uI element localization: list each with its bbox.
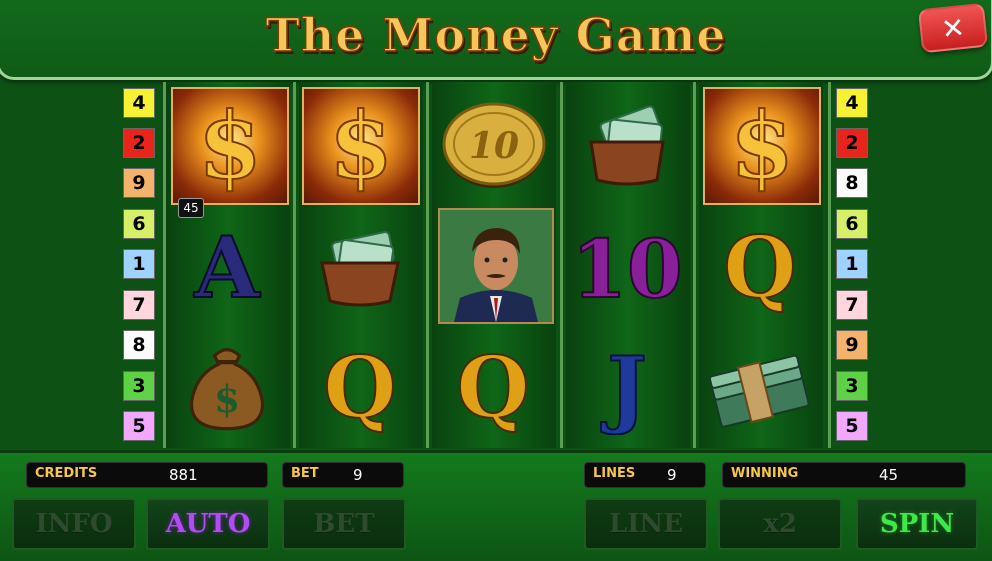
winning-value: 45 — [879, 466, 899, 484]
letter-q-symbol: Q — [434, 326, 552, 444]
letter-q-symbol: Q — [301, 326, 419, 444]
line-indicator[interactable]: 2 — [123, 128, 155, 158]
letter-q-symbol: Q — [701, 206, 819, 324]
close-icon: ✕ — [939, 10, 967, 46]
bet-value: 9 — [353, 466, 363, 484]
bet-button[interactable]: BET — [282, 498, 406, 550]
line-indicator[interactable]: 4 — [123, 88, 155, 118]
reel-divider — [560, 82, 563, 448]
wallet-symbol — [568, 87, 686, 205]
line-button[interactable]: LINE — [584, 498, 708, 550]
line-indicator[interactable]: 7 — [836, 290, 868, 320]
svg-text:Q: Q — [723, 218, 796, 315]
dollar-symbol: $ — [703, 87, 821, 205]
credits-display: CREDITS 881 — [26, 462, 268, 488]
line-indicator[interactable]: 7 — [123, 290, 155, 320]
reel-divider — [293, 82, 296, 448]
svg-text:$: $ — [214, 377, 240, 421]
letter-j-symbol: J — [568, 326, 686, 444]
lines-label: LINES — [593, 466, 636, 481]
line-indicator[interactable]: 6 — [123, 209, 155, 239]
lines-value: 9 — [667, 466, 677, 484]
winning-display: WINNING 45 — [722, 462, 966, 488]
dollar-symbol: $ — [171, 87, 289, 205]
line-indicator[interactable]: 9 — [123, 168, 155, 198]
svg-text:$: $ — [198, 96, 262, 196]
reel-divider — [426, 82, 429, 448]
line-indicator[interactable]: 8 — [836, 168, 868, 198]
lines-display: LINES 9 — [584, 462, 706, 488]
dollar-symbol: $ — [302, 87, 420, 205]
reel-divider — [828, 82, 831, 448]
close-button[interactable]: ✕ — [917, 2, 989, 54]
businessman-symbol — [438, 208, 554, 324]
letter-a-icon: A — [192, 217, 262, 315]
wallet-symbol — [301, 206, 419, 324]
letter-j-icon: J — [599, 337, 648, 435]
dollar-sign-icon: $ — [197, 96, 263, 196]
line-indicator[interactable]: 4 — [836, 88, 868, 118]
bet-display: BET 9 — [282, 462, 404, 488]
line-indicator[interactable]: 8 — [123, 330, 155, 360]
auto-button[interactable]: AUTO — [146, 498, 270, 550]
businessman-icon — [440, 210, 552, 322]
reel-divider — [693, 82, 696, 448]
svg-text:Q: Q — [323, 338, 396, 435]
winning-label: WINNING — [731, 466, 799, 481]
svg-text:J: J — [600, 338, 647, 435]
svg-text:$: $ — [329, 96, 393, 196]
credits-label: CREDITS — [35, 466, 98, 481]
svg-text:A: A — [193, 218, 261, 315]
game-screen: The Money Game ✕ 4 2 9 6 1 7 8 3 5 4 2 8… — [0, 0, 992, 561]
game-title: The Money Game — [265, 7, 727, 63]
credits-value: 881 — [169, 466, 198, 484]
number-10-symbol: 10 — [568, 206, 686, 324]
line-indicator[interactable]: 3 — [123, 371, 155, 401]
letter-a-symbol: A — [168, 206, 286, 324]
line-indicator[interactable]: 5 — [123, 411, 155, 441]
coin-symbol: 10 — [435, 87, 553, 205]
line-indicator[interactable]: 1 — [836, 249, 868, 279]
number-ten-icon: 10 — [570, 221, 683, 315]
line-indicator[interactable]: 1 — [123, 249, 155, 279]
wallet-icon — [320, 231, 400, 307]
bet-label: BET — [291, 466, 319, 481]
coin-icon: 10 — [442, 102, 546, 188]
line-indicator[interactable]: 6 — [836, 209, 868, 239]
svg-text:$: $ — [730, 96, 794, 196]
svg-text:10: 10 — [571, 222, 682, 315]
wallet-icon — [589, 105, 665, 186]
spin-button[interactable]: SPIN — [856, 498, 978, 550]
line-indicator[interactable]: 5 — [836, 411, 868, 441]
money-bag-icon: $ — [190, 348, 264, 431]
line-indicator[interactable]: 9 — [836, 330, 868, 360]
info-button[interactable]: INFO — [12, 498, 136, 550]
cash-stack-icon — [708, 354, 810, 428]
letter-q-icon: Q — [322, 337, 397, 435]
cash-stack-symbol — [701, 326, 819, 444]
letter-q-icon: Q — [722, 217, 797, 315]
double-button[interactable]: x2 — [718, 498, 842, 550]
svg-text:Q: Q — [456, 338, 529, 435]
letter-q-icon: Q — [455, 337, 530, 435]
money-bag-symbol: $ — [168, 326, 286, 444]
dollar-sign-icon: $ — [729, 96, 795, 196]
reel-divider — [163, 82, 166, 448]
dollar-sign-icon: $ — [328, 96, 394, 196]
line-indicator[interactable]: 3 — [836, 371, 868, 401]
svg-text:10: 10 — [469, 125, 519, 167]
line-indicator[interactable]: 2 — [836, 128, 868, 158]
